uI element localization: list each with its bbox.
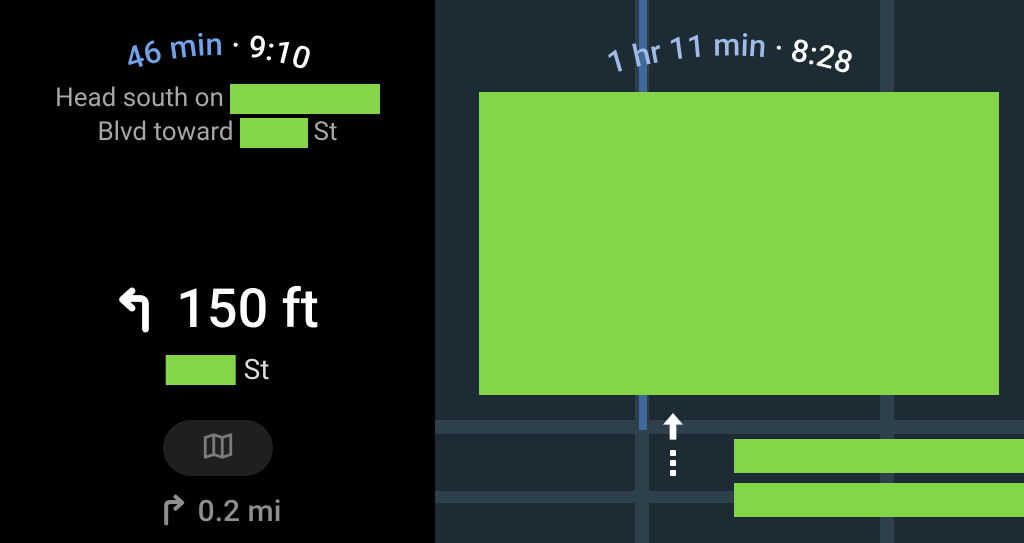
turn-left-arrow-icon xyxy=(116,287,162,333)
turn-right-arrow-icon xyxy=(154,494,186,526)
next-turn: 150 ft St xyxy=(116,278,319,386)
heading-dotted-trail xyxy=(670,450,676,480)
turn-street-suffix: St xyxy=(244,353,270,386)
redacted-label xyxy=(734,483,1024,517)
redacted-street-name xyxy=(240,118,308,148)
watch-face-map: 1 hr 11 min · 8:28 xyxy=(435,0,1024,543)
eta-duration: 46 min xyxy=(120,26,222,78)
watch-face-directions: 46 min · 9:10 Head south on Blvd toward … xyxy=(0,0,435,543)
redacted-step-labels xyxy=(734,439,1024,517)
map-view-button[interactable] xyxy=(163,420,273,476)
turn-distance: 150 ft xyxy=(176,278,319,341)
direction-line1-prefix: Head south on xyxy=(55,82,224,116)
svg-text:1 hr 11 min · 8:28: 1 hr 11 min · 8:28 xyxy=(602,26,856,81)
redacted-street-name xyxy=(230,84,380,114)
direction-instruction: Head south on Blvd toward St xyxy=(0,82,435,150)
direction-line2-prefix: Blvd toward xyxy=(97,116,233,150)
heading-indicator xyxy=(643,408,703,508)
direction-line2-suffix: St xyxy=(314,116,338,150)
peek-distance: 0.2 mi xyxy=(198,494,282,529)
map-icon xyxy=(201,429,235,467)
eta-time: 9:10 xyxy=(245,28,314,78)
following-step-peek[interactable]: 0.2 mi xyxy=(154,494,282,529)
redacted-label xyxy=(734,439,1024,473)
eta-duration: 1 hr 11 min xyxy=(602,26,767,81)
straight-arrow-icon xyxy=(653,408,693,448)
eta-time: 8:28 xyxy=(788,32,857,82)
map-road xyxy=(435,420,1024,434)
eta-separator: · xyxy=(222,26,249,65)
redacted-street-name xyxy=(166,355,236,385)
svg-text:46 min · 9:10: 46 min · 9:10 xyxy=(120,26,314,78)
redacted-map-overlay xyxy=(479,92,999,395)
eta-arc: 1 hr 11 min · 8:28 xyxy=(470,18,990,128)
